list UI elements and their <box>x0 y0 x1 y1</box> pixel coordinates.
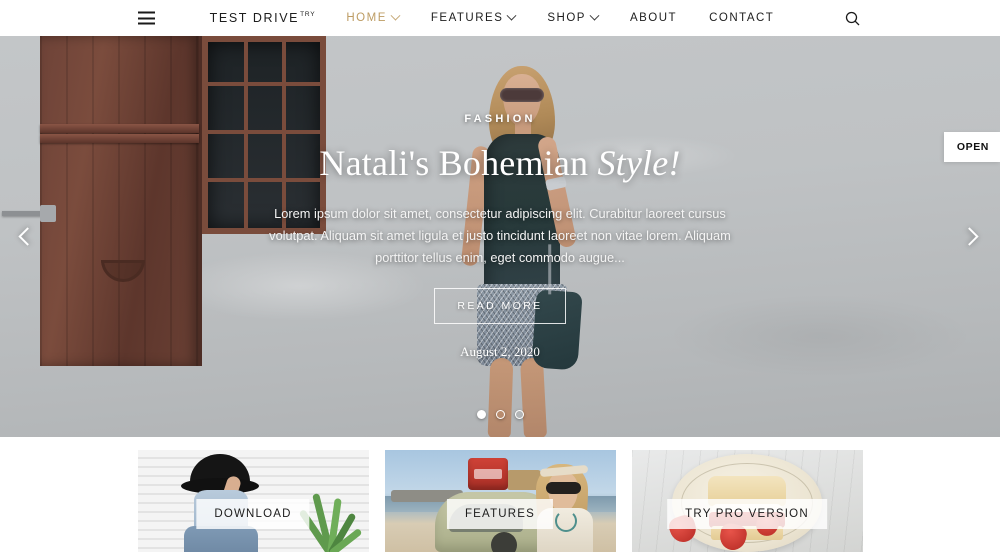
nav-item-label: ABOUT <box>629 12 678 24</box>
card-label-features[interactable]: FEATURES <box>446 499 554 530</box>
hero-description: Lorem ipsum dolor sit amet, consectetur … <box>269 205 731 266</box>
chevron-down-icon <box>589 10 600 21</box>
hero-category-label[interactable]: FASHION <box>464 113 535 125</box>
slider-next-chevron-right-icon[interactable] <box>952 220 986 254</box>
hero-title-main: Natali's Bohemian <box>319 143 598 184</box>
chevron-down-icon <box>506 10 517 21</box>
slider-dots <box>0 410 1000 419</box>
nav-item-label: FEATURES <box>430 12 504 24</box>
chevron-down-icon <box>390 10 401 21</box>
nav-item-contact[interactable]: CONTACT <box>693 12 790 24</box>
promo-cards-section: DOWNLOAD FEATURES TRY PRO VERSION <box>0 437 1000 552</box>
slider-dot-3[interactable] <box>514 410 524 419</box>
brand-superscript: TRY <box>300 10 316 18</box>
slider-dot-2[interactable] <box>495 410 505 419</box>
hero-slider: FASHION Natali's Bohemian Style! Lorem i… <box>0 36 1000 437</box>
promo-card-download[interactable]: DOWNLOAD <box>137 450 369 552</box>
slider-dot-1[interactable] <box>476 410 486 419</box>
nav-item-features[interactable]: FEATURES <box>415 10 532 24</box>
hamburger-menu-icon[interactable] <box>138 11 155 25</box>
site-header: TEST DRIVETRY HOME FEATURES SHOP ABOUT C… <box>0 0 1000 36</box>
nav-item-about[interactable]: ABOUT <box>614 12 693 24</box>
hero-content: FASHION Natali's Bohemian Style! Lorem i… <box>0 36 1000 437</box>
promo-card-features[interactable]: FEATURES <box>384 450 616 552</box>
card-label-download[interactable]: DOWNLOAD <box>196 499 310 530</box>
main-navigation: TEST DRIVETRY HOME FEATURES SHOP ABOUT C… <box>210 0 791 36</box>
nav-item-shop[interactable]: SHOP <box>531 10 614 24</box>
slider-prev-chevron-left-icon[interactable] <box>10 220 44 254</box>
hamburger-line <box>138 11 155 14</box>
nav-item-home[interactable]: HOME <box>330 10 415 24</box>
open-side-tab-button[interactable]: OPEN <box>943 132 1000 162</box>
hero-title: Natali's Bohemian Style! <box>319 143 680 184</box>
brand-name: TEST DRIVE <box>209 11 300 25</box>
hamburger-line <box>138 17 155 19</box>
read-more-button[interactable]: READ MORE <box>434 287 566 324</box>
nav-item-label: SHOP <box>547 12 586 24</box>
card-label-try-pro-version[interactable]: TRY PRO VERSION <box>667 499 827 530</box>
promo-card-try-pro-version[interactable]: TRY PRO VERSION <box>631 450 863 552</box>
hero-title-italic: Style! <box>597 143 681 184</box>
hero-date: August 2, 2020 <box>460 343 540 359</box>
nav-item-label: CONTACT <box>709 12 775 24</box>
site-brand[interactable]: TEST DRIVETRY <box>210 11 331 25</box>
nav-item-label: HOME <box>346 12 387 24</box>
hamburger-line <box>138 22 155 25</box>
search-icon[interactable] <box>842 8 862 28</box>
